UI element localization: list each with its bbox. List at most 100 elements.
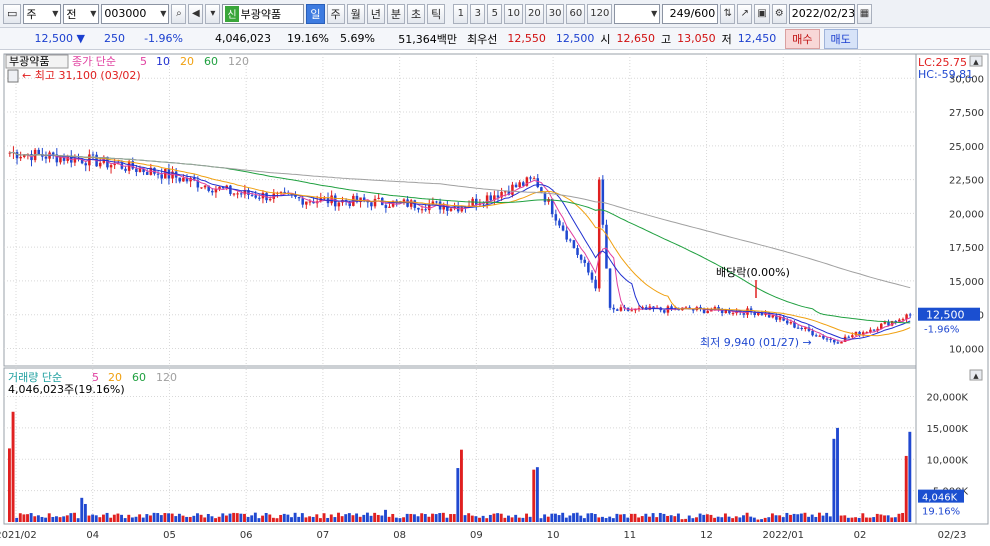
count-value: 249/600: [669, 7, 716, 20]
volume-value: 4,046,023: [215, 32, 271, 45]
volume-bar: [731, 518, 735, 522]
volume-bar: [532, 469, 536, 522]
volume-bar: [167, 513, 170, 522]
volume-bar: [774, 515, 778, 522]
volume-bar: [850, 517, 854, 522]
volume-bar: [684, 518, 688, 522]
count-field[interactable]: 249/600: [662, 3, 719, 24]
candle-body: [211, 190, 214, 193]
candle-body: [771, 315, 775, 318]
candle-body: [785, 320, 789, 324]
volume-bar: [517, 517, 521, 522]
best-ask: 12,550: [507, 32, 546, 45]
date-field[interactable]: 2022/02/23: [788, 3, 855, 24]
volume-bar: [286, 514, 290, 522]
volume-bar: [662, 513, 666, 522]
volume-bar: [814, 516, 818, 522]
stock-name-field[interactable]: 신 부광약품: [222, 3, 305, 24]
x-tick-label: 09: [470, 530, 483, 541]
candle-body: [605, 224, 608, 269]
volume-bar: [58, 517, 62, 522]
tab-tick[interactable]: 틱: [427, 3, 446, 24]
draw-icon[interactable]: ↗: [737, 3, 753, 24]
speaker-icon[interactable]: ◀: [188, 3, 204, 24]
volume-bar: [373, 512, 377, 522]
calendar-icon[interactable]: ▦: [856, 3, 873, 24]
candle-body: [608, 268, 612, 308]
candle-body: [200, 187, 203, 189]
indicator-icon[interactable]: ⇅: [720, 3, 736, 24]
interval-10[interactable]: 10: [504, 3, 524, 24]
candle-body: [532, 178, 536, 180]
tab-second[interactable]: 초: [407, 3, 426, 24]
chevron-down-icon[interactable]: ▾: [205, 3, 221, 24]
interval-5[interactable]: 5: [487, 3, 503, 24]
save-icon[interactable]: ▣: [754, 3, 770, 24]
candle-body: [417, 207, 420, 210]
tab-month[interactable]: 월: [346, 3, 365, 24]
stock-code-input[interactable]: 003000 ▼: [101, 3, 170, 24]
volume-bar: [130, 517, 134, 522]
interval-60[interactable]: 60: [566, 3, 586, 24]
gear-icon[interactable]: ⚙: [771, 3, 787, 24]
volume-bar: [705, 514, 709, 522]
price-y-tick: 27,500: [949, 108, 984, 119]
volume-bar: [716, 516, 720, 522]
volume-bar: [629, 513, 633, 522]
volume-bar: [756, 519, 760, 522]
calendar-icon[interactable]: [7, 69, 19, 83]
volume-bar: [738, 517, 742, 522]
volume-bar: [246, 516, 250, 522]
candle-body: [579, 254, 583, 260]
market-select[interactable]: 전 ▼: [63, 3, 100, 24]
tab-year[interactable]: 년: [366, 3, 385, 24]
interval-120[interactable]: 120: [587, 3, 613, 24]
candle-body: [113, 164, 116, 166]
layout-icon[interactable]: ▭: [3, 3, 22, 24]
price-legend-label: 종가 단순: [72, 55, 116, 68]
volume-bar: [470, 515, 474, 522]
interval-30[interactable]: 30: [545, 3, 565, 24]
price-y-tick: 15,000: [949, 277, 984, 288]
volume-bar: [676, 513, 680, 522]
candle-body: [572, 240, 576, 249]
volume-bar: [73, 512, 76, 522]
volume-bar: [742, 515, 745, 522]
volume-y-tick: 15,000K: [926, 424, 968, 435]
tab-week[interactable]: 주: [326, 3, 345, 24]
candle-body: [796, 327, 800, 329]
interval-1[interactable]: 1: [453, 3, 469, 24]
tab-minute[interactable]: 분: [386, 3, 406, 24]
period-select-value: 주: [26, 7, 37, 21]
volume-bar: [416, 516, 420, 522]
interval-3[interactable]: 3: [470, 3, 486, 24]
volume-bar: [322, 513, 326, 522]
volume-bar: [235, 513, 239, 522]
interval-custom-select[interactable]: ▼: [614, 3, 661, 24]
period-select[interactable]: 주 ▼: [23, 3, 62, 24]
stock-chart[interactable]: 30,00027,50025,00022,50020,00017,50015,0…: [0, 50, 990, 546]
volume-bar: [789, 514, 792, 522]
candle-body: [388, 206, 391, 208]
x-tick-label: 2022/01: [762, 530, 804, 541]
volume-bar: [546, 516, 550, 522]
candle-body: [258, 197, 261, 199]
ma-legend-120: 120: [228, 55, 249, 68]
buy-button[interactable]: 매수: [785, 28, 820, 49]
candle-body: [590, 272, 594, 280]
chart-area[interactable]: 30,000 27,500 25,000 22,500 20,000 17,500 15,0…: [0, 50, 990, 546]
volume-bar: [261, 515, 265, 522]
volume-bar: [510, 517, 514, 522]
sell-button[interactable]: 매도: [823, 28, 858, 49]
interval-20[interactable]: 20: [525, 3, 544, 24]
volume-bar: [883, 515, 886, 522]
tab-day[interactable]: 일: [306, 3, 325, 24]
search-icon[interactable]: ⌕: [171, 3, 187, 24]
candle-body: [449, 208, 453, 211]
price-y-tick: 17,500: [949, 243, 984, 254]
volume-bar: [311, 516, 315, 522]
volume-bar: [159, 515, 163, 522]
volume-bar: [886, 515, 890, 522]
volume-bar: [405, 513, 409, 522]
volume-bar: [597, 517, 601, 522]
